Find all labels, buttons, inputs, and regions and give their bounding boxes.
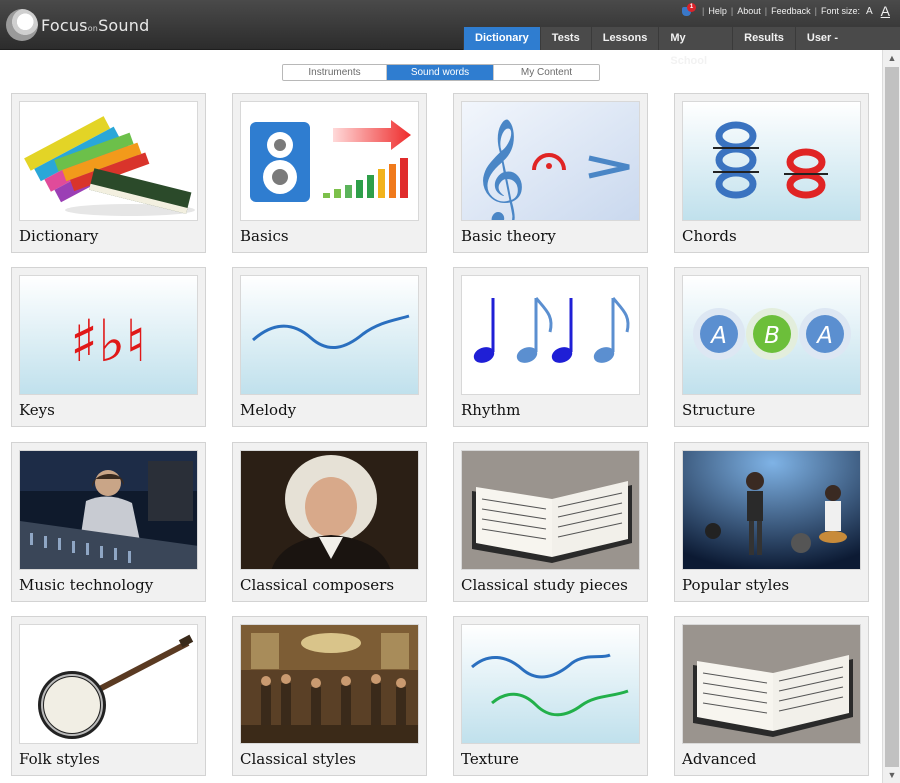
composer-portrait-photo — [240, 450, 419, 570]
card-music-technology[interactable]: Music technology — [11, 442, 206, 602]
card-advanced[interactable]: Advanced — [674, 616, 869, 776]
melody-wave-icon — [240, 275, 419, 395]
card-label: Texture — [461, 750, 519, 768]
scroll-thumb[interactable] — [885, 67, 899, 767]
card-dictionary[interactable]: Dictionary — [11, 93, 206, 253]
structure-letter-a1: A — [709, 323, 727, 349]
vertical-scrollbar[interactable]: ▲ ▼ — [882, 50, 900, 783]
eighth-notes-icon — [461, 275, 640, 395]
card-label: Basics — [240, 227, 289, 245]
card-classical-composers[interactable]: Classical composers — [232, 442, 427, 602]
card-rhythm[interactable]: Rhythm — [453, 267, 648, 427]
card-label: Popular styles — [682, 576, 790, 594]
card-label: Classical study pieces — [461, 576, 628, 594]
banjo-photo — [19, 624, 198, 744]
card-folk-styles[interactable]: Folk styles — [11, 616, 206, 776]
card-structure[interactable]: A B A Structure — [674, 267, 869, 427]
card-melody[interactable]: Melody — [232, 267, 427, 427]
open-score-book-photo — [682, 624, 861, 744]
aba-form-icon: A B A — [682, 275, 861, 395]
card-label: Music technology — [19, 576, 154, 594]
card-popular-styles[interactable]: Popular styles — [674, 442, 869, 602]
card-basics[interactable]: Basics — [232, 93, 427, 253]
card-chords[interactable]: Chords — [674, 93, 869, 253]
speaker-volume-icon — [240, 101, 419, 221]
card-label: Rhythm — [461, 401, 521, 419]
card-label: Structure — [682, 401, 756, 419]
card-label: Classical composers — [240, 576, 395, 594]
treble-clef-icon: 𝄞 — [461, 101, 640, 221]
card-label: Basic theory — [461, 227, 556, 245]
card-keys[interactable]: ♯♭♮ Keys — [11, 267, 206, 427]
structure-letter-a2: A — [815, 323, 833, 349]
scroll-up-arrow-icon[interactable]: ▲ — [883, 50, 900, 66]
card-label: Keys — [19, 401, 55, 419]
card-label: Advanced — [682, 750, 757, 768]
books-icon — [19, 101, 198, 221]
card-texture[interactable]: Texture — [453, 616, 648, 776]
card-label: Chords — [682, 227, 737, 245]
card-label: Dictionary — [19, 227, 99, 245]
card-label: Melody — [240, 401, 297, 419]
svg-text:♯♭♮: ♯♭♮ — [70, 307, 146, 375]
card-basic-theory[interactable]: 𝄞 Basic theory — [453, 93, 648, 253]
chord-notes-icon — [682, 101, 861, 221]
sharp-flat-natural-icon: ♯♭♮ — [19, 275, 198, 395]
card-classical-styles[interactable]: Classical styles — [232, 616, 427, 776]
card-classical-study-pieces[interactable]: Classical study pieces — [453, 442, 648, 602]
structure-letter-b: B — [764, 323, 780, 349]
sound-words-grid: Dictionary Basics 𝄞 Basic theory Chords … — [0, 0, 882, 783]
svg-text:𝄞: 𝄞 — [472, 117, 526, 221]
rock-band-photo — [682, 450, 861, 570]
baroque-concert-painting — [240, 624, 419, 744]
open-score-book-photo — [461, 450, 640, 570]
card-label: Classical styles — [240, 750, 356, 768]
font-size-large-button[interactable]: A — [881, 3, 890, 19]
scroll-down-arrow-icon[interactable]: ▼ — [883, 767, 900, 783]
mixing-desk-photo — [19, 450, 198, 570]
card-label: Folk styles — [19, 750, 100, 768]
texture-waves-icon — [461, 624, 640, 744]
